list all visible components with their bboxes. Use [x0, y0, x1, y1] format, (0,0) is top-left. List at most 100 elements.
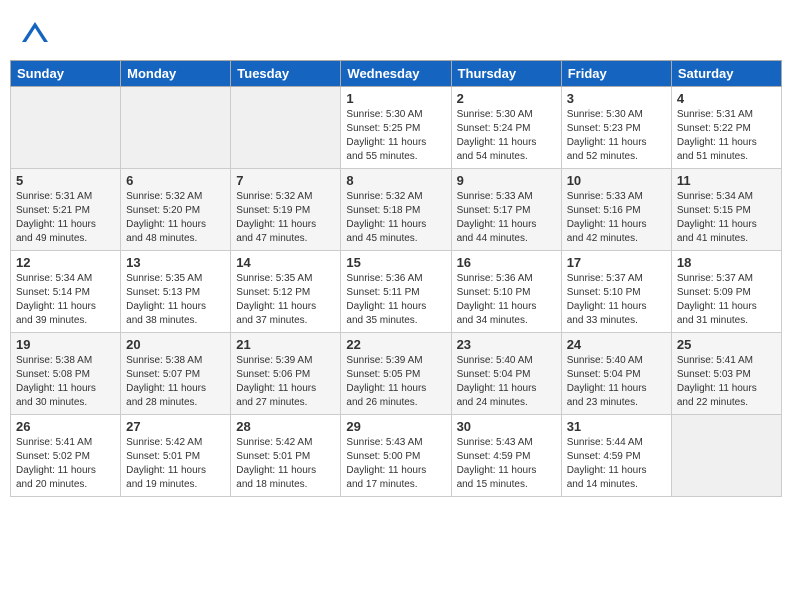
calendar-cell: 28 Sunrise: 5:42 AM Sunset: 5:01 PM Dayli… [231, 415, 341, 497]
day-number: 11 [677, 173, 776, 188]
calendar-cell [671, 415, 781, 497]
calendar-cell: 4 Sunrise: 5:31 AM Sunset: 5:22 PM Daylig… [671, 87, 781, 169]
day-number: 2 [457, 91, 556, 106]
calendar-cell: 29 Sunrise: 5:43 AM Sunset: 5:00 PM Dayli… [341, 415, 451, 497]
calendar-cell: 24Sunrise: 5:40 AM Sunset: 5:04 PM Dayli… [561, 333, 671, 415]
calendar-header-saturday: Saturday [671, 61, 781, 87]
calendar-header-tuesday: Tuesday [231, 61, 341, 87]
day-number: 29 [346, 419, 445, 434]
calendar-cell: 27 Sunrise: 5:42 AM Sunset: 5:01 PM Dayli… [121, 415, 231, 497]
day-info: Sunrise: 5:32 AM Sunset: 5:18 PM Dayligh… [346, 190, 445, 246]
calendar-week-4: 26 Sunrise: 5:41 AM Sunset: 5:02 PM Dayli… [11, 415, 782, 497]
calendar-cell: 16 Sunrise: 5:36 AM Sunset: 5:10 PM Dayli… [451, 251, 561, 333]
calendar-cell: 14 Sunrise: 5:35 AM Sunset: 5:12 PM Dayli… [231, 251, 341, 333]
calendar-header-thursday: Thursday [451, 61, 561, 87]
logo [20, 18, 54, 48]
day-info: Sunrise: 5:41 AM Sunset: 5:03 PM Dayligh… [677, 354, 776, 410]
day-number: 22 [346, 337, 445, 352]
day-info: Sunrise: 5:33 AM Sunset: 5:16 PM Dayligh… [567, 190, 666, 246]
day-number: 24 [567, 337, 666, 352]
calendar-cell: 6 Sunrise: 5:32 AM Sunset: 5:20 PM Daylig… [121, 169, 231, 251]
calendar-cell: 26 Sunrise: 5:41 AM Sunset: 5:02 PM Dayli… [11, 415, 121, 497]
logo-icon [20, 18, 50, 48]
day-number: 30 [457, 419, 556, 434]
calendar-cell: 7 Sunrise: 5:32 AM Sunset: 5:19 PM Daylig… [231, 169, 341, 251]
day-info: Sunrise: 5:30 AM Sunset: 5:23 PM Dayligh… [567, 108, 666, 164]
day-info: Sunrise: 5:31 AM Sunset: 5:21 PM Dayligh… [16, 190, 115, 246]
day-info: Sunrise: 5:39 AM Sunset: 5:05 PM Dayligh… [346, 354, 445, 410]
day-number: 12 [16, 255, 115, 270]
calendar-cell: 13Sunrise: 5:35 AM Sunset: 5:13 PM Dayli… [121, 251, 231, 333]
day-info: Sunrise: 5:32 AM Sunset: 5:19 PM Dayligh… [236, 190, 335, 246]
calendar-cell [231, 87, 341, 169]
calendar-header-monday: Monday [121, 61, 231, 87]
day-info: Sunrise: 5:32 AM Sunset: 5:20 PM Dayligh… [126, 190, 225, 246]
day-info: Sunrise: 5:37 AM Sunset: 5:09 PM Dayligh… [677, 272, 776, 328]
day-number: 27 [126, 419, 225, 434]
calendar-header-sunday: Sunday [11, 61, 121, 87]
day-info: Sunrise: 5:38 AM Sunset: 5:07 PM Dayligh… [126, 354, 225, 410]
calendar-cell: 1 Sunrise: 5:30 AM Sunset: 5:25 PM Daylig… [341, 87, 451, 169]
header [10, 10, 782, 52]
day-info: Sunrise: 5:34 AM Sunset: 5:14 PM Dayligh… [16, 272, 115, 328]
day-info: Sunrise: 5:43 AM Sunset: 4:59 PM Dayligh… [457, 436, 556, 492]
day-number: 1 [346, 91, 445, 106]
day-number: 18 [677, 255, 776, 270]
day-number: 28 [236, 419, 335, 434]
day-number: 19 [16, 337, 115, 352]
calendar-cell: 31 Sunrise: 5:44 AM Sunset: 4:59 PM Dayli… [561, 415, 671, 497]
day-info: Sunrise: 5:41 AM Sunset: 5:02 PM Dayligh… [16, 436, 115, 492]
day-info: Sunrise: 5:42 AM Sunset: 5:01 PM Dayligh… [126, 436, 225, 492]
calendar-body: 1 Sunrise: 5:30 AM Sunset: 5:25 PM Daylig… [11, 87, 782, 497]
day-info: Sunrise: 5:30 AM Sunset: 5:24 PM Dayligh… [457, 108, 556, 164]
day-number: 3 [567, 91, 666, 106]
day-info: Sunrise: 5:35 AM Sunset: 5:12 PM Dayligh… [236, 272, 335, 328]
calendar-cell: 12 Sunrise: 5:34 AM Sunset: 5:14 PM Dayli… [11, 251, 121, 333]
calendar-week-2: 12 Sunrise: 5:34 AM Sunset: 5:14 PM Dayli… [11, 251, 782, 333]
day-number: 21 [236, 337, 335, 352]
day-number: 23 [457, 337, 556, 352]
day-number: 14 [236, 255, 335, 270]
day-info: Sunrise: 5:34 AM Sunset: 5:15 PM Dayligh… [677, 190, 776, 246]
calendar-header-row: SundayMondayTuesdayWednesdayThursdayFrid… [11, 61, 782, 87]
calendar-cell: 30 Sunrise: 5:43 AM Sunset: 4:59 PM Dayli… [451, 415, 561, 497]
calendar-cell: 11 Sunrise: 5:34 AM Sunset: 5:15 PM Dayli… [671, 169, 781, 251]
calendar-cell: 8 Sunrise: 5:32 AM Sunset: 5:18 PM Daylig… [341, 169, 451, 251]
calendar-cell: 10 Sunrise: 5:33 AM Sunset: 5:16 PM Dayli… [561, 169, 671, 251]
day-number: 6 [126, 173, 225, 188]
calendar-cell: 21Sunrise: 5:39 AM Sunset: 5:06 PM Dayli… [231, 333, 341, 415]
day-number: 7 [236, 173, 335, 188]
day-number: 5 [16, 173, 115, 188]
calendar-week-0: 1 Sunrise: 5:30 AM Sunset: 5:25 PM Daylig… [11, 87, 782, 169]
calendar-cell: 23 Sunrise: 5:40 AM Sunset: 5:04 PM Dayli… [451, 333, 561, 415]
day-info: Sunrise: 5:43 AM Sunset: 5:00 PM Dayligh… [346, 436, 445, 492]
day-info: Sunrise: 5:37 AM Sunset: 5:10 PM Dayligh… [567, 272, 666, 328]
day-number: 9 [457, 173, 556, 188]
calendar-cell: 17 Sunrise: 5:37 AM Sunset: 5:10 PM Dayli… [561, 251, 671, 333]
day-info: Sunrise: 5:44 AM Sunset: 4:59 PM Dayligh… [567, 436, 666, 492]
day-info: Sunrise: 5:30 AM Sunset: 5:25 PM Dayligh… [346, 108, 445, 164]
day-number: 17 [567, 255, 666, 270]
day-info: Sunrise: 5:35 AM Sunset: 5:13 PM Dayligh… [126, 272, 225, 328]
calendar-week-1: 5 Sunrise: 5:31 AM Sunset: 5:21 PM Daylig… [11, 169, 782, 251]
day-number: 4 [677, 91, 776, 106]
day-number: 31 [567, 419, 666, 434]
calendar-cell: 3 Sunrise: 5:30 AM Sunset: 5:23 PM Daylig… [561, 87, 671, 169]
calendar-header-friday: Friday [561, 61, 671, 87]
day-info: Sunrise: 5:42 AM Sunset: 5:01 PM Dayligh… [236, 436, 335, 492]
calendar-cell: 9Sunrise: 5:33 AM Sunset: 5:17 PM Daylig… [451, 169, 561, 251]
calendar-cell: 18 Sunrise: 5:37 AM Sunset: 5:09 PM Dayli… [671, 251, 781, 333]
day-info: Sunrise: 5:40 AM Sunset: 5:04 PM Dayligh… [457, 354, 556, 410]
day-number: 8 [346, 173, 445, 188]
day-info: Sunrise: 5:31 AM Sunset: 5:22 PM Dayligh… [677, 108, 776, 164]
calendar-cell: 19Sunrise: 5:38 AM Sunset: 5:08 PM Dayli… [11, 333, 121, 415]
day-number: 10 [567, 173, 666, 188]
calendar-cell: 5 Sunrise: 5:31 AM Sunset: 5:21 PM Daylig… [11, 169, 121, 251]
calendar-header-wednesday: Wednesday [341, 61, 451, 87]
day-number: 16 [457, 255, 556, 270]
day-number: 26 [16, 419, 115, 434]
day-info: Sunrise: 5:36 AM Sunset: 5:10 PM Dayligh… [457, 272, 556, 328]
calendar-cell: 2 Sunrise: 5:30 AM Sunset: 5:24 PM Daylig… [451, 87, 561, 169]
calendar-cell: 22 Sunrise: 5:39 AM Sunset: 5:05 PM Dayli… [341, 333, 451, 415]
calendar: SundayMondayTuesdayWednesdayThursdayFrid… [10, 60, 782, 497]
